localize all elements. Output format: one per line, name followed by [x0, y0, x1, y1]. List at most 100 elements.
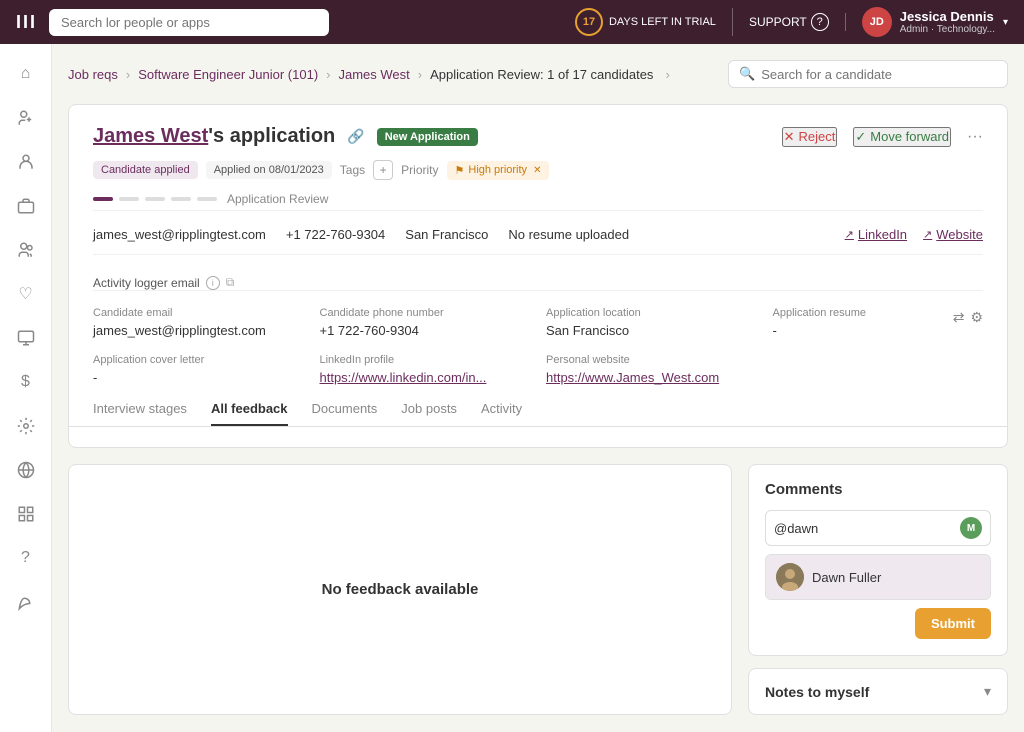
detail-resume: Application resume - ⇄ ⚙ — [773, 307, 984, 338]
topbar: III 17 DAYS LEFT IN TRIAL SUPPORT ? JD J… — [0, 0, 1024, 44]
no-feedback-message: No feedback available — [322, 581, 479, 598]
trial-badge: 17 DAYS LEFT IN TRIAL — [575, 8, 733, 36]
layout: ⌂ ♡ $ ? — [0, 44, 1024, 732]
submit-row: Submit — [765, 608, 991, 639]
applied-date-tag: Applied on 08/01/2023 — [206, 161, 332, 179]
priority-flag-icon: ⚑ — [455, 164, 465, 177]
sidebar-item-group[interactable] — [8, 232, 44, 268]
tags-row: Candidate applied Applied on 08/01/2023 … — [93, 160, 983, 180]
submit-comment-button[interactable]: Submit — [915, 608, 991, 639]
comments-title: Comments — [765, 481, 991, 498]
detail-location: Application location San Francisco — [546, 307, 757, 338]
tab-all-feedback[interactable]: All feedback — [211, 401, 288, 426]
trial-days-circle: 17 — [575, 8, 603, 36]
sidebar-item-dollar[interactable]: $ — [8, 364, 44, 400]
tags-label: Tags — [340, 163, 365, 177]
breadcrumb-sep-3: › — [418, 67, 422, 82]
status-tag: Candidate applied — [93, 161, 198, 179]
user-name: Jessica Dennis — [900, 9, 995, 24]
breadcrumb-sep-1: › — [126, 67, 130, 82]
website-link[interactable]: ↗ Website — [923, 227, 983, 242]
sidebar-item-home[interactable]: ⌂ — [8, 56, 44, 92]
mention-avatar — [776, 563, 804, 591]
sidebar-item-help[interactable]: ? — [8, 540, 44, 576]
mention-name: Dawn Fuller — [812, 570, 881, 585]
external-link-icon: ↗ — [845, 228, 854, 241]
main-content: Job reqs › Software Engineer Junior (101… — [52, 44, 1024, 732]
detail-cover-letter: Application cover letter - — [93, 354, 304, 385]
application-card: James West's application 🔗 New Applicati… — [68, 104, 1008, 448]
reject-button[interactable]: ✕ Reject — [782, 127, 838, 147]
mention-dropdown: Dawn Fuller — [765, 554, 991, 600]
sidebar-item-add-person[interactable] — [8, 100, 44, 136]
app-header: James West's application 🔗 New Applicati… — [93, 125, 983, 148]
priority-tag: ⚑ High priority ✕ — [447, 161, 550, 180]
commenter-avatar: M — [960, 517, 982, 539]
tab-documents[interactable]: Documents — [312, 401, 378, 426]
notes-title: Notes to myself — [765, 684, 869, 700]
detail-linkedin: LinkedIn profile https://www.linkedin.co… — [320, 354, 531, 385]
more-options-button[interactable]: ··· — [967, 128, 983, 146]
sidebar-item-apps[interactable] — [8, 496, 44, 532]
sidebar-item-heart[interactable]: ♡ — [8, 276, 44, 312]
tabs-bar: Interview stages All feedback Documents … — [69, 401, 1007, 427]
sidebar: ⌂ ♡ $ ? — [0, 44, 52, 732]
sidebar-item-leaf[interactable] — [8, 584, 44, 620]
comment-input[interactable] — [774, 521, 960, 536]
link-icon[interactable]: 🔗 — [347, 128, 364, 145]
sidebar-item-person[interactable] — [8, 144, 44, 180]
candidate-phone: +1 722-760-9304 — [286, 227, 385, 242]
chevron-down-icon: ▾ — [984, 683, 991, 700]
stage-label: Application Review — [227, 192, 328, 206]
tab-activity[interactable]: Activity — [481, 401, 522, 426]
stage-dot-4 — [171, 197, 191, 201]
stage-dot-5 — [197, 197, 217, 201]
details-grid: Candidate email james_west@ripplingtest.… — [93, 290, 983, 401]
sidebar-item-screen[interactable] — [8, 320, 44, 356]
stage-dot-2 — [119, 197, 139, 201]
sidebar-item-settings[interactable] — [8, 408, 44, 444]
move-forward-button[interactable]: ✓ Move forward — [853, 127, 951, 147]
support-button[interactable]: SUPPORT ? — [749, 13, 846, 31]
breadcrumb-job-reqs[interactable]: Job reqs — [68, 67, 118, 82]
new-application-badge: New Application — [377, 128, 478, 146]
notes-card[interactable]: Notes to myself ▾ — [748, 668, 1008, 715]
dawn-avatar-image — [776, 563, 804, 591]
add-tag-button[interactable]: + — [373, 160, 393, 180]
global-search-input[interactable] — [49, 9, 329, 36]
detail-website: Personal website https://www.James_West.… — [546, 354, 757, 385]
breadcrumb-nav-chevron[interactable]: › — [665, 67, 669, 82]
app-title: James West's application — [93, 125, 335, 148]
remove-priority-button[interactable]: ✕ — [533, 165, 541, 176]
contact-info: james_west@ripplingtest.com +1 722-760-9… — [93, 210, 983, 255]
tab-interview-stages[interactable]: Interview stages — [93, 401, 187, 426]
candidate-search-input[interactable] — [761, 67, 997, 82]
breadcrumb-candidate[interactable]: James West — [339, 67, 410, 82]
support-question-icon: ? — [811, 13, 829, 31]
comments-card: Comments M — [748, 464, 1008, 656]
detail-phone: Candidate phone number +1 722-760-9304 — [320, 307, 531, 338]
copy-icon[interactable]: ⧉ — [226, 275, 235, 290]
sidebar-item-globe[interactable] — [8, 452, 44, 488]
detail-email: Candidate email james_west@ripplingtest.… — [93, 307, 304, 338]
mention-item-dawn[interactable]: Dawn Fuller — [766, 555, 990, 599]
stage-dot-1 — [93, 197, 113, 201]
linkedin-link[interactable]: ↗ LinkedIn — [845, 227, 907, 242]
candidate-name-link[interactable]: James West — [93, 125, 208, 147]
candidate-location: San Francisco — [405, 227, 488, 242]
resume-upload-icon[interactable]: ⇄ — [953, 309, 965, 326]
info-icon[interactable]: i — [206, 276, 220, 290]
search-icon: 🔍 — [739, 66, 755, 82]
user-menu[interactable]: JD Jessica Dennis Admin · Technology... … — [862, 7, 1008, 37]
breadcrumb-stage: Application Review: 1 of 17 candidates — [430, 67, 653, 82]
tabs-list: Interview stages All feedback Documents … — [93, 401, 983, 426]
resume-settings-icon[interactable]: ⚙ — [970, 309, 983, 326]
tab-job-posts[interactable]: Job posts — [401, 401, 457, 426]
stage-progress: Application Review — [93, 192, 983, 206]
right-panel: Comments M — [748, 464, 1008, 715]
user-role: Admin · Technology... — [900, 24, 995, 35]
logo-icon: III — [16, 12, 37, 33]
avatar: JD — [862, 7, 892, 37]
sidebar-item-briefcase[interactable] — [8, 188, 44, 224]
breadcrumb-job-title[interactable]: Software Engineer Junior (101) — [138, 67, 318, 82]
